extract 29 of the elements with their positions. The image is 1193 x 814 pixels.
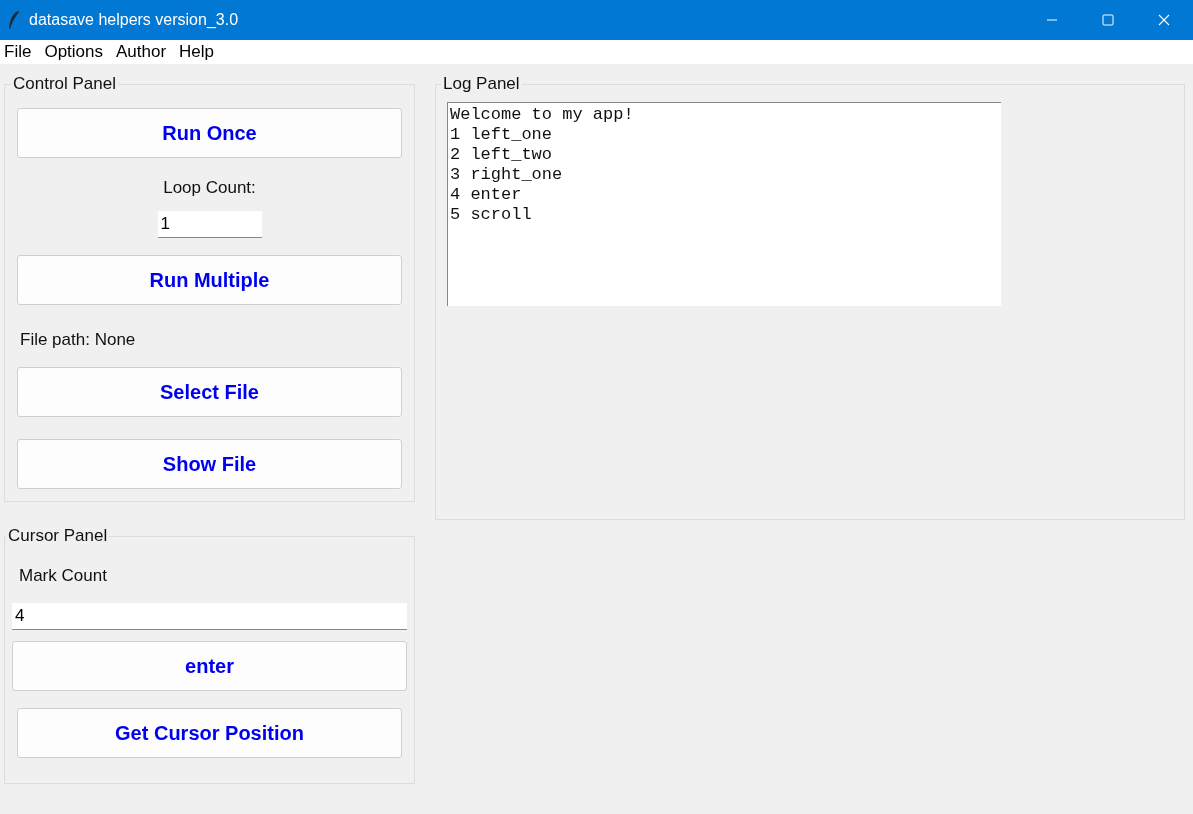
feather-icon	[8, 10, 20, 30]
action-button[interactable]: Run Multiple	[17, 255, 402, 305]
panel-title: Control Panel	[12, 74, 117, 94]
input-field[interactable]: 4	[12, 603, 407, 630]
menu-item[interactable]: Options	[40, 40, 112, 64]
action-button[interactable]: Select File	[17, 367, 402, 417]
log-line: 1 left_one	[450, 125, 553, 145]
action-button[interactable]: Get Cursor Position	[17, 708, 402, 758]
action-button[interactable]: Run Once	[17, 108, 402, 158]
menu-item[interactable]: Help	[175, 40, 224, 64]
log-line: 2 left_two	[450, 145, 553, 165]
field-label: Mark Count	[19, 566, 108, 586]
panel-title: Cursor Panel	[7, 526, 109, 546]
action-button[interactable]: Show File	[17, 439, 402, 489]
log-text-area[interactable]: Welcome to my app! 1 left_one 2 left_two 3 right_one 4 enter 5 scroll	[447, 102, 1001, 306]
maximize-icon[interactable]	[1102, 14, 1114, 26]
log-line: 3 right_one	[450, 165, 563, 185]
close-icon[interactable]	[1158, 14, 1170, 26]
field-label: Loop Count:	[163, 178, 256, 198]
menu-item[interactable]: Author	[112, 40, 176, 64]
window-title: datasave helpers version_3.0	[29, 11, 239, 29]
log-line: 5 scroll	[450, 205, 532, 225]
action-button[interactable]: enter	[12, 641, 407, 691]
log-line: Welcome to my app!	[450, 105, 634, 125]
log-line: 4 enter	[450, 185, 522, 205]
menu-item[interactable]: File	[0, 40, 41, 64]
input-field[interactable]: 1	[157, 211, 262, 238]
file-path-label: File path: None	[20, 330, 137, 350]
panel-title: Log Panel	[442, 74, 521, 94]
